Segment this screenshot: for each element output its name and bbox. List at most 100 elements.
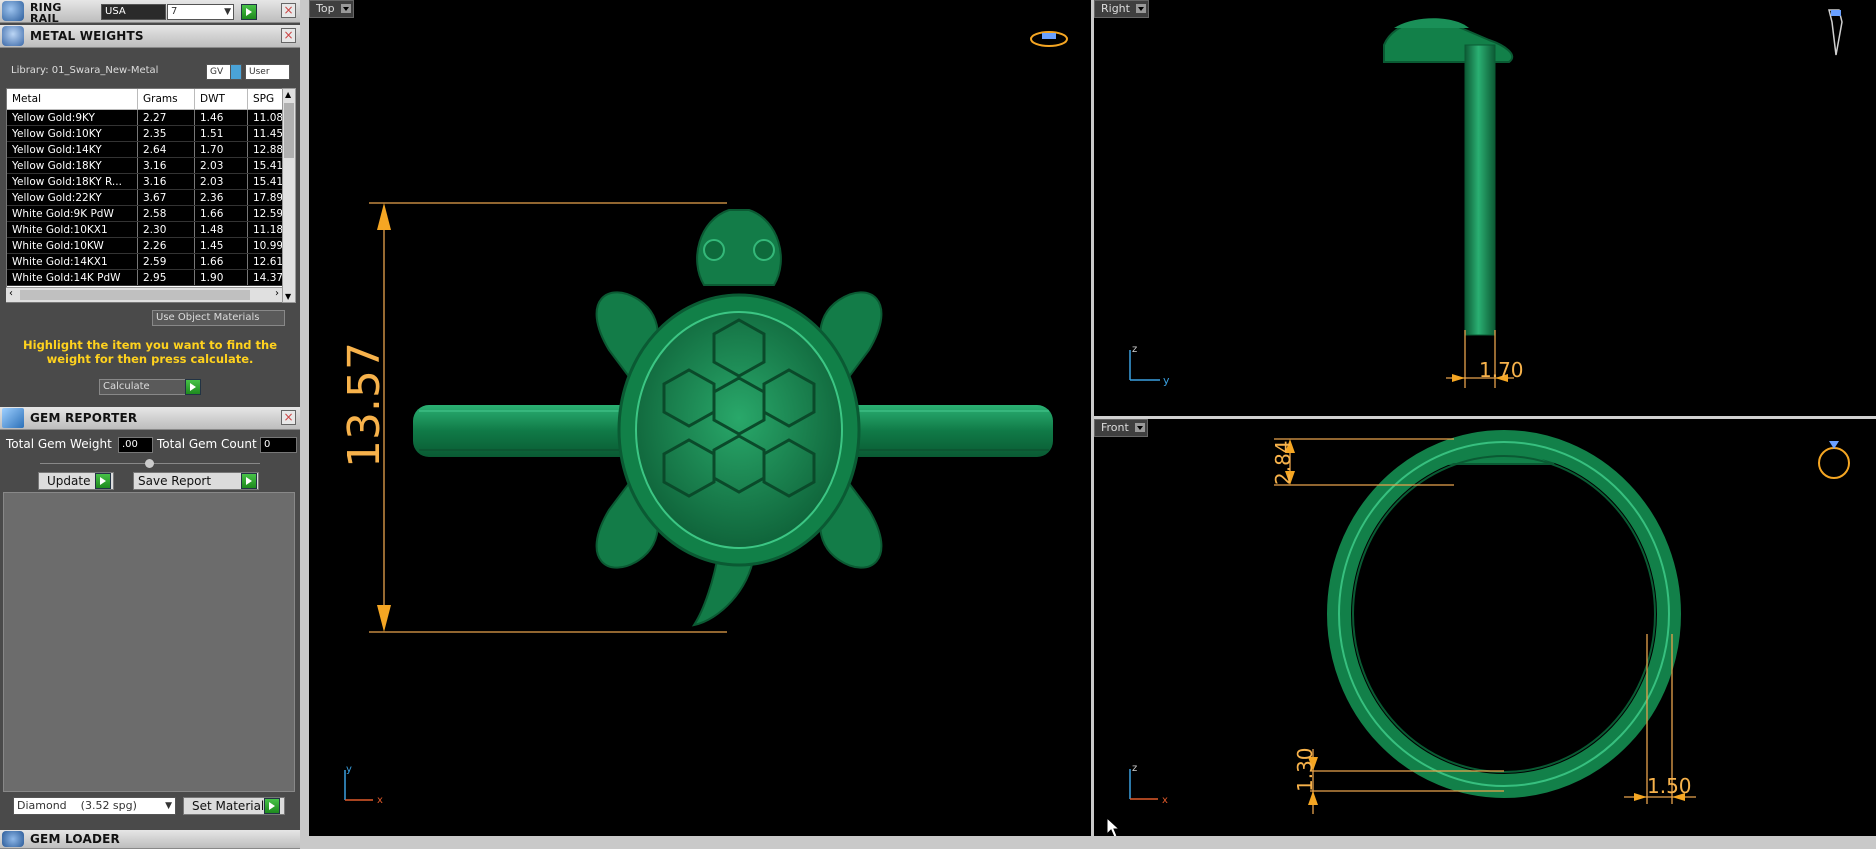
top-view-drawing: 13.57 y x (339, 31, 1068, 806)
axis-label-v: z (1132, 344, 1137, 355)
total-gem-count-value: 0 (260, 437, 297, 453)
calculate-button[interactable]: Calculate (99, 379, 186, 395)
cell: Yellow Gold:22KY (7, 189, 138, 206)
country-field[interactable]: USA (101, 4, 166, 20)
save-report-label: Save Report (138, 474, 212, 488)
scroll-right-icon[interactable]: › (275, 288, 279, 299)
use-object-materials-label: Use Object Materials (156, 312, 260, 323)
cell: 2.27 (137, 109, 195, 126)
dimension-label-right: 1.50 (1647, 774, 1692, 798)
gv-indicator[interactable] (230, 64, 242, 80)
cell: 10.99 (247, 237, 283, 254)
table-row[interactable]: Yellow Gold:9KY 2.27 1.46 11.08 (7, 109, 283, 126)
cell: 2.03 (194, 157, 248, 174)
close-icon[interactable]: × (281, 3, 296, 18)
scrollbar-thumb[interactable] (284, 103, 294, 158)
close-icon[interactable]: × (281, 410, 296, 425)
cell: 1.70 (194, 141, 248, 158)
gem-report-list[interactable] (3, 492, 295, 792)
save-report-go-icon[interactable] (241, 473, 257, 489)
table-row[interactable]: Yellow Gold:18KY 3.16 2.03 15.41 (7, 157, 283, 174)
column-header[interactable]: Grams (137, 89, 195, 110)
splitter-handle[interactable] (145, 459, 154, 468)
cell: 15.41 (247, 157, 283, 174)
cell: 2.35 (137, 125, 195, 142)
cell: Yellow Gold:14KY (7, 141, 138, 158)
table-row[interactable]: Yellow Gold:10KY 2.35 1.51 11.45 (7, 125, 283, 142)
table-row[interactable]: White Gold:10KW 2.26 1.45 10.99 (7, 237, 283, 254)
chevron-down-icon[interactable]: ▼ (224, 5, 231, 19)
metal-weights-icon (2, 26, 24, 46)
calculate-go-icon[interactable] (185, 379, 201, 395)
table-row[interactable]: Yellow Gold:18KY R... 3.16 2.03 15.41 (7, 173, 283, 190)
total-gem-count-label: Total Gem Count (157, 437, 257, 451)
cell: 1.66 (194, 253, 248, 270)
ring-shank (1327, 430, 1681, 798)
set-material-go-icon[interactable] (264, 798, 280, 814)
table-header-row: Metal Grams DWT SPG (7, 89, 283, 110)
ring-side-nav-icon (1828, 9, 1843, 56)
cell: Yellow Gold:9KY (7, 109, 138, 126)
column-header[interactable]: Metal (7, 89, 138, 110)
table-vertical-scrollbar[interactable]: ▲ ▼ (282, 88, 296, 303)
axis-label-h: x (1162, 795, 1168, 806)
cell: 2.59 (137, 253, 195, 270)
cell: White Gold:10KX1 (7, 221, 138, 238)
status-strip (300, 836, 1876, 848)
chevron-down-icon[interactable]: ▼ (165, 798, 172, 814)
cell: 14.37 (247, 269, 283, 286)
cell: 2.64 (137, 141, 195, 158)
ring-front-nav-icon (1818, 447, 1850, 479)
close-icon[interactable]: × (281, 28, 296, 43)
gv-toggle[interactable]: GV (206, 64, 231, 80)
user-toggle[interactable]: User (245, 64, 290, 80)
dimension-label-top: 2.84 (1271, 440, 1295, 485)
table-horizontal-scrollbar[interactable]: ‹ › (6, 287, 282, 302)
table-row[interactable]: White Gold:9K PdW 2.58 1.66 12.59 (7, 205, 283, 222)
cell: 11.45 (247, 125, 283, 142)
column-header[interactable]: DWT (194, 89, 248, 110)
axis-label-h: y (1163, 374, 1170, 387)
gem-reporter-icon (2, 408, 24, 428)
column-header[interactable]: SPG (247, 89, 283, 110)
use-object-materials-select[interactable]: Use Object Materials (152, 310, 285, 326)
ring-size-value: 7 (171, 6, 178, 17)
cell: 2.36 (194, 189, 248, 206)
set-material-label: Set Material (192, 799, 265, 813)
table-row[interactable]: White Gold:14KX1 2.59 1.66 12.61 (7, 253, 283, 270)
metal-weights-title: METAL WEIGHTS (30, 29, 144, 43)
cell: White Gold:10KW (7, 237, 138, 254)
update-go-icon[interactable] (95, 473, 111, 489)
metal-table: Metal Grams DWT SPG Yellow Gold:9KY 2.27 1… (6, 88, 284, 303)
cell: 1.48 (194, 221, 248, 238)
cell: 3.16 (137, 173, 195, 190)
cell: 2.03 (194, 173, 248, 190)
ring-size-select[interactable]: 7 ▼ (167, 4, 234, 20)
table-row[interactable]: White Gold:14K PdW 2.95 1.90 14.37 (7, 269, 283, 286)
cell: 2.30 (137, 221, 195, 238)
table-row[interactable]: Yellow Gold:22KY 3.67 2.36 17.89 (7, 189, 283, 206)
scroll-left-icon[interactable]: ‹ (9, 288, 13, 299)
cell: 2.26 (137, 237, 195, 254)
viewport-front[interactable]: Front 2.84 1.30 1.50 z x (1094, 419, 1876, 838)
gv-label: GV (210, 67, 224, 77)
material-select-value: Diamond (3.52 spg) (17, 799, 137, 812)
turtle-shell (635, 311, 843, 549)
cell: White Gold:14KX1 (7, 253, 138, 270)
table-row[interactable]: Yellow Gold:14KY 2.64 1.70 12.88 (7, 141, 283, 158)
viewport-right[interactable]: Right 1.70 z y (1094, 0, 1876, 416)
table-row[interactable]: White Gold:10KX1 2.30 1.48 11.18 (7, 221, 283, 238)
cell: 1.45 (194, 237, 248, 254)
scroll-down-icon[interactable]: ▼ (285, 292, 291, 301)
cell: 3.67 (137, 189, 195, 206)
viewport-top[interactable]: Top 13.57 y x (309, 0, 1091, 836)
cell: 1.46 (194, 109, 248, 126)
scroll-up-icon[interactable]: ▲ (285, 90, 291, 99)
scrollbar-thumb[interactable] (20, 290, 250, 300)
material-select[interactable]: Diamond (3.52 spg) ▼ (13, 797, 176, 815)
ring-rail-go-button[interactable] (241, 4, 257, 20)
ring-rail-icon (2, 1, 24, 21)
cell: 11.08 (247, 109, 283, 126)
metal-weights-bar: METAL WEIGHTS × (0, 25, 300, 48)
axis-label-v: y (346, 764, 352, 775)
